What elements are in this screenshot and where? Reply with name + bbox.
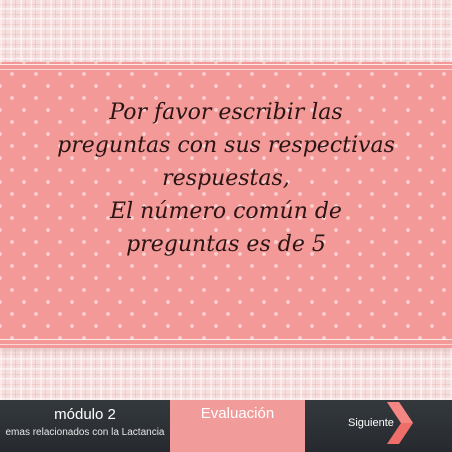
module-title: módulo 2 xyxy=(54,406,116,423)
instruction-line: El número común de xyxy=(110,199,342,224)
tab-evaluacion[interactable]: Evaluación xyxy=(170,400,305,452)
instruction-line: respuestas, xyxy=(162,166,290,191)
panel-bottom-stitch xyxy=(0,339,452,345)
instruction-text: Por favor escribir las preguntas con sus… xyxy=(0,96,452,261)
panel-top-stitch xyxy=(0,64,452,70)
instruction-line: Por favor escribir las xyxy=(109,100,343,125)
instruction-line: preguntas es de 5 xyxy=(126,232,326,257)
instruction-line: preguntas con sus respectivas xyxy=(57,133,395,158)
module-info: módulo 2 emas relacionados con la Lactan… xyxy=(0,400,170,452)
module-subtitle: emas relacionados con la Lactancia xyxy=(5,427,165,438)
chevron-right-icon[interactable] xyxy=(385,401,415,445)
